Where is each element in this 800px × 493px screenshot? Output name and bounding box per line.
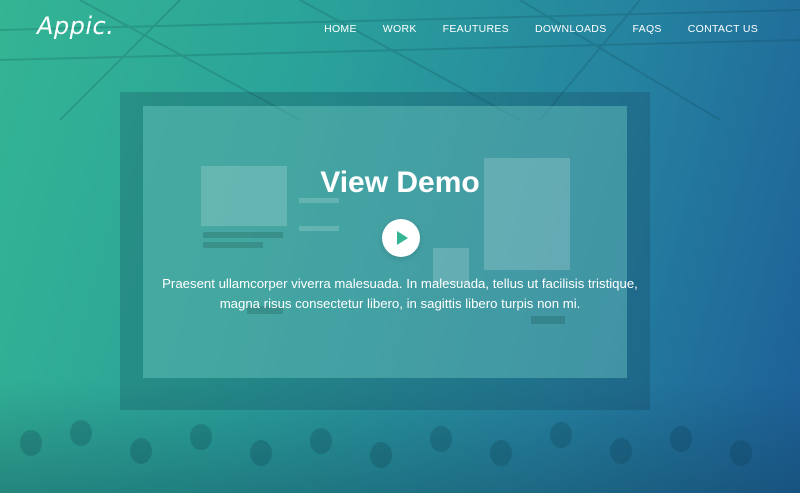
hero-title: View Demo xyxy=(320,166,480,199)
play-icon xyxy=(397,231,408,245)
nav-features[interactable]: FEAUTURES xyxy=(443,22,509,36)
ghost-line xyxy=(299,226,339,231)
play-video-button[interactable] xyxy=(382,219,420,257)
nav-work[interactable]: WORK xyxy=(383,22,417,36)
main-nav: HOME WORK FEAUTURES DOWNLOADS FAQS CONTA… xyxy=(298,22,758,36)
ghost-button xyxy=(531,316,565,324)
nav-downloads[interactable]: DOWNLOADS xyxy=(535,22,607,36)
audience-decoration xyxy=(0,380,800,493)
hero-description: Praesent ullamcorper viverra malesuada. … xyxy=(162,276,638,311)
brand-logo[interactable]: Appic. xyxy=(37,12,114,40)
nav-faqs[interactable]: FAQS xyxy=(633,22,662,36)
ghost-line xyxy=(203,242,263,248)
nav-home[interactable]: HOME xyxy=(324,22,357,36)
ghost-line xyxy=(203,232,283,238)
nav-contact-us[interactable]: CONTACT US xyxy=(688,22,758,36)
